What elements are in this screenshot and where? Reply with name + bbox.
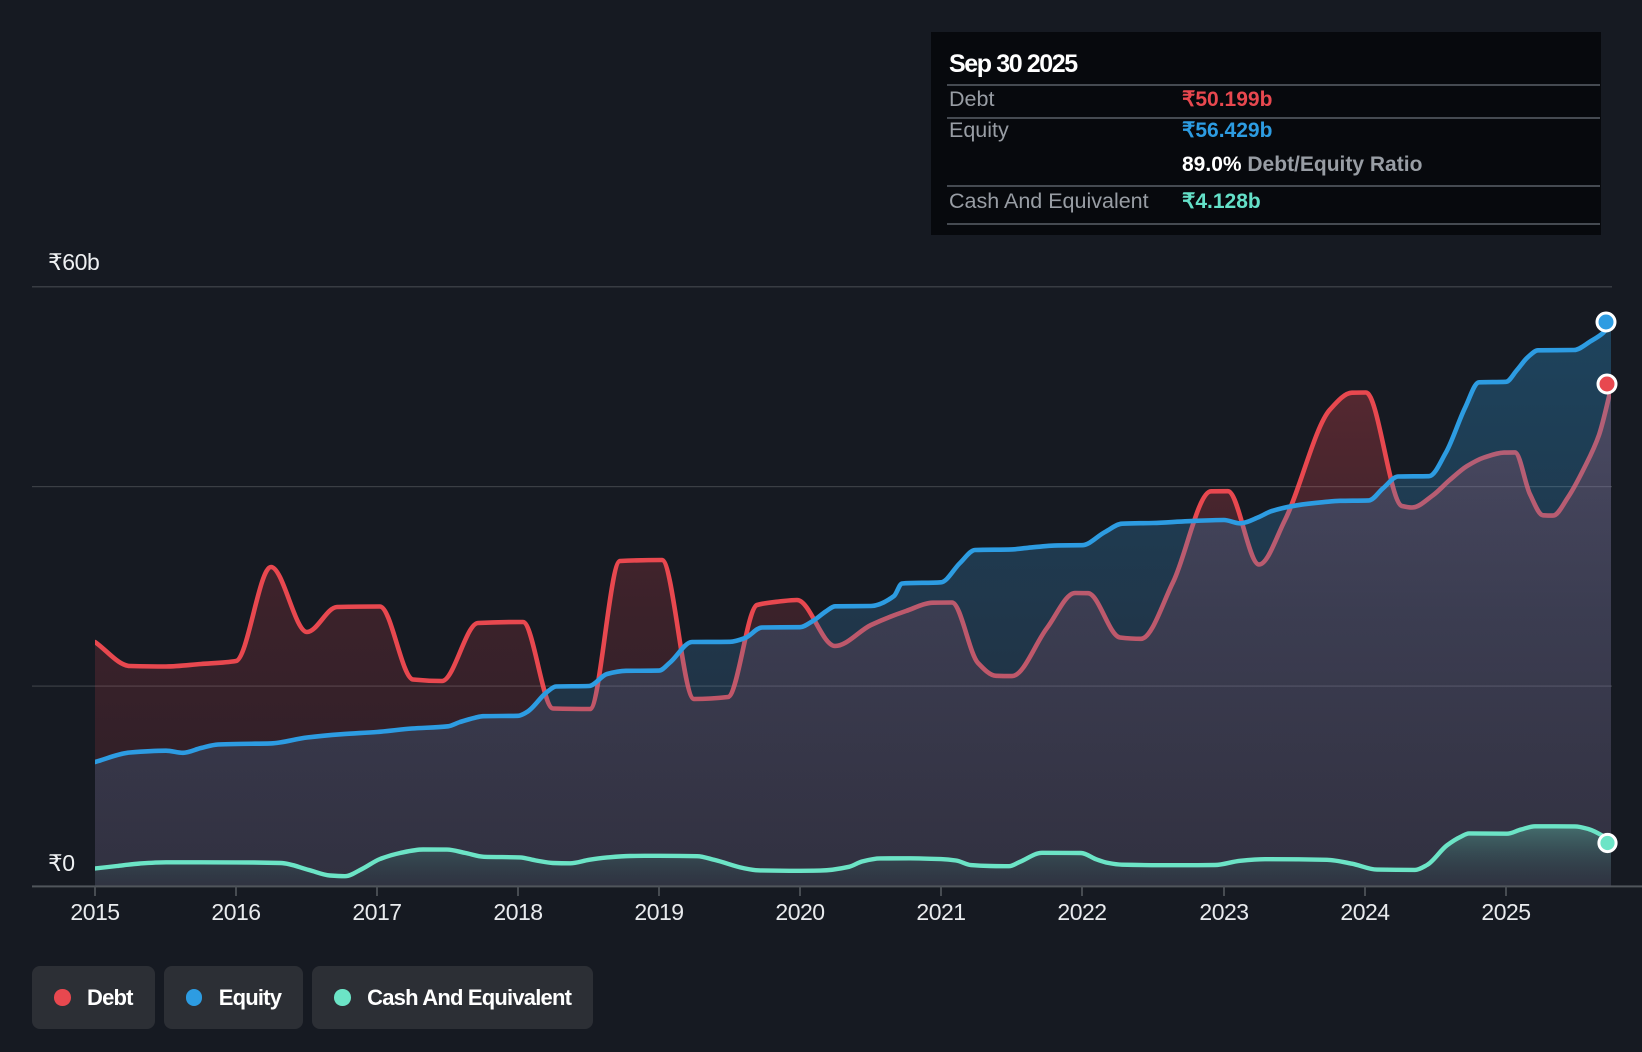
svg-text:2025: 2025 <box>1481 899 1530 925</box>
svg-text:2022: 2022 <box>1057 899 1106 925</box>
svg-text:2017: 2017 <box>352 899 401 925</box>
svg-text:2018: 2018 <box>493 899 542 925</box>
svg-text:2020: 2020 <box>775 899 824 925</box>
svg-text:2024: 2024 <box>1340 899 1390 925</box>
svg-text:2023: 2023 <box>1199 899 1248 925</box>
svg-text:2021: 2021 <box>916 899 965 925</box>
svg-text:2016: 2016 <box>211 899 260 925</box>
svg-text:2015: 2015 <box>70 899 119 925</box>
svg-text:₹60b: ₹60b <box>48 249 99 275</box>
svg-text:2019: 2019 <box>634 899 683 925</box>
svg-text:₹0: ₹0 <box>48 850 75 876</box>
